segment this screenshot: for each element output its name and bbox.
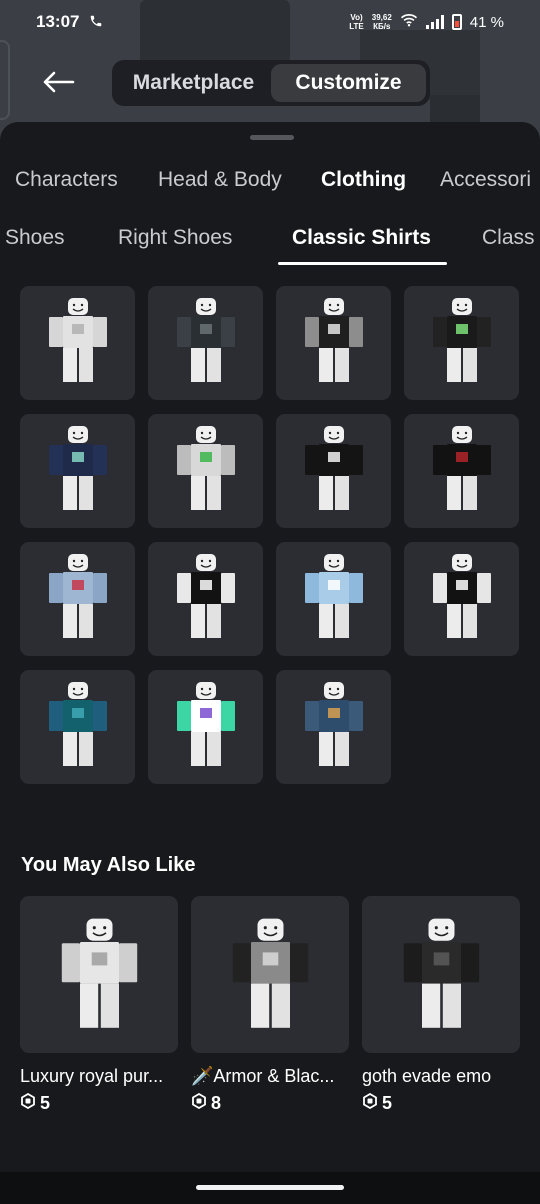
item-thumbnail <box>362 896 520 1053</box>
category-tabs: Characters Head & Body Clothing Accessor… <box>0 168 540 198</box>
tab-clothing[interactable]: Clothing <box>321 168 406 192</box>
price-value: 8 <box>211 1093 222 1113</box>
shirt-tile[interactable] <box>276 670 391 784</box>
item-name: 🗡️Armor & Blac... <box>191 1066 335 1086</box>
sheet-drag-handle[interactable] <box>250 135 294 140</box>
shirt-tile[interactable] <box>20 414 135 528</box>
battery-percent: 41 % <box>469 13 504 31</box>
tab-head-body[interactable]: Head & Body <box>158 168 282 192</box>
shirt-tile[interactable] <box>148 286 263 400</box>
shirt-tile[interactable] <box>148 542 263 656</box>
mode-switcher: Marketplace Customize <box>112 60 430 106</box>
avatar-thumbnail <box>299 296 369 391</box>
tab-characters[interactable]: Characters <box>15 168 118 192</box>
tab-left-shoes[interactable]: Shoes <box>5 226 65 250</box>
signal-icon <box>425 15 444 29</box>
item-name: goth evade emo <box>362 1066 492 1086</box>
item-price: 5 <box>20 1092 178 1114</box>
tab-classic-shirts[interactable]: Classic Shirts <box>292 226 431 250</box>
call-icon <box>89 14 103 31</box>
tab-classic-pants[interactable]: Class <box>482 226 535 250</box>
subcategory-tabs: Shoes Right Shoes Classic Shirts Class <box>0 222 540 268</box>
avatar-thumbnail <box>299 680 369 775</box>
shirt-tile[interactable] <box>20 670 135 784</box>
shirt-tile[interactable] <box>20 542 135 656</box>
avatar-thumbnail <box>43 424 113 519</box>
recommendation-card[interactable]: Luxury royal pur... 5 <box>20 896 178 1114</box>
active-tab-indicator <box>278 262 447 265</box>
avatar-thumbnail <box>43 552 113 647</box>
tab-customize[interactable]: Customize <box>271 64 426 102</box>
shirt-tile[interactable] <box>20 286 135 400</box>
robux-icon <box>191 1092 207 1114</box>
avatar-thumbnail <box>427 552 497 647</box>
shirt-tile[interactable] <box>276 414 391 528</box>
item-thumbnail <box>20 896 178 1053</box>
header: Marketplace Customize <box>0 56 540 112</box>
clock: 13:07 <box>36 12 80 31</box>
shirt-tile[interactable] <box>404 286 519 400</box>
price-value: 5 <box>40 1093 51 1113</box>
arrow-left-icon <box>41 70 75 99</box>
avatar-thumbnail <box>171 424 241 519</box>
item-price: 8 <box>191 1092 349 1114</box>
volte-indicator: Vo) LTE <box>349 13 364 31</box>
avatar-thumbnail <box>171 296 241 391</box>
system-nav-bar <box>0 1172 540 1204</box>
battery-icon <box>451 14 462 30</box>
shirt-tile[interactable] <box>148 414 263 528</box>
avatar-thumbnail <box>299 424 369 519</box>
avatar-thumbnail <box>171 680 241 775</box>
robux-icon <box>20 1092 36 1114</box>
recommendation-card[interactable]: goth evade emo 5 <box>362 896 520 1114</box>
price-value: 5 <box>382 1093 393 1113</box>
avatar-thumbnail <box>427 296 497 391</box>
shirt-tile[interactable] <box>404 414 519 528</box>
shirt-tile[interactable] <box>276 542 391 656</box>
shirt-tile[interactable] <box>276 286 391 400</box>
shirt-tile[interactable] <box>404 542 519 656</box>
recommendation-card[interactable]: 🗡️Armor & Blac... 8 <box>191 896 349 1114</box>
network-speed: 39,62 КБ/s <box>371 13 392 31</box>
item-name: Luxury royal pur... <box>20 1066 164 1086</box>
shirt-tile[interactable] <box>148 670 263 784</box>
avatar-thumbnail <box>427 424 497 519</box>
wifi-icon <box>400 13 418 31</box>
avatar-thumbnail <box>299 552 369 647</box>
tab-marketplace[interactable]: Marketplace <box>116 64 271 102</box>
robux-icon <box>362 1092 378 1114</box>
avatar-thumbnail <box>43 296 113 391</box>
customize-sheet: Characters Head & Body Clothing Accessor… <box>0 122 540 1172</box>
tab-right-shoes[interactable]: Right Shoes <box>118 226 232 250</box>
avatar-thumbnail <box>171 552 241 647</box>
tab-accessories[interactable]: Accessori <box>440 168 531 192</box>
avatar-thumbnail <box>43 680 113 775</box>
home-gesture-bar[interactable] <box>196 1185 344 1190</box>
item-thumbnail <box>191 896 349 1053</box>
status-bar: 13:07 Vo) LTE 39,62 КБ/s 41 % <box>0 0 540 44</box>
back-button[interactable] <box>38 64 78 104</box>
recommendations-title: You May Also Like <box>21 854 196 876</box>
item-price: 5 <box>362 1092 520 1114</box>
